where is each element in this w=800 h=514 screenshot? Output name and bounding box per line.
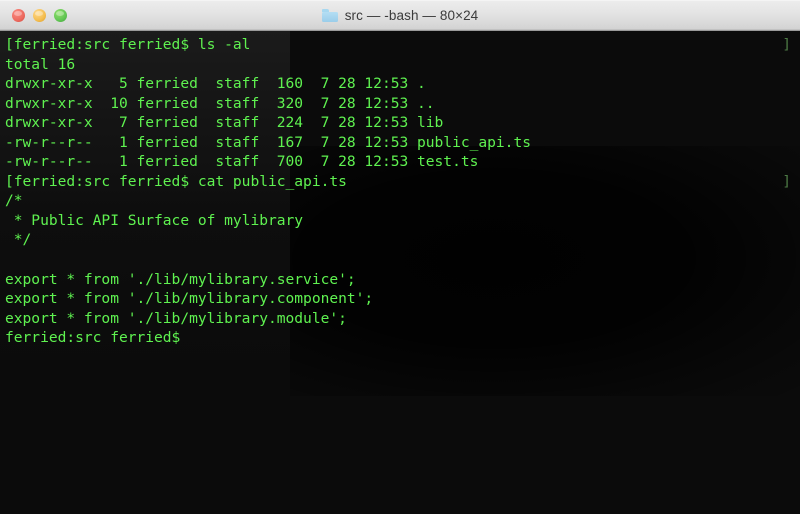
terminal-line: export * from './lib/mylibrary.component… <box>5 290 374 308</box>
terminal-line: export * from './lib/mylibrary.module'; <box>5 309 347 327</box>
terminal-window: src — -bash — 80×24 [ferried:src ferried… <box>0 0 800 514</box>
window-title-group: src — -bash — 80×24 <box>0 1 800 30</box>
close-button[interactable] <box>12 9 25 22</box>
zoom-button[interactable] <box>54 9 67 22</box>
terminal-line: -rw-r--r-- 1 ferried staff 700 7 28 12:5… <box>5 153 479 171</box>
minimize-button[interactable] <box>33 9 46 22</box>
terminal-line: export * from './lib/mylibrary.service'; <box>5 270 356 288</box>
terminal-line: total 16 <box>5 55 76 73</box>
terminal-line: [ferried:src ferried$ cat public_api.ts <box>5 172 347 190</box>
terminal-line: drwxr-xr-x 10 ferried staff 320 7 28 12:… <box>5 94 435 112</box>
window-titlebar[interactable]: src — -bash — 80×24 <box>0 0 800 31</box>
folder-icon <box>321 9 338 22</box>
window-title: src — -bash — 80×24 <box>344 8 479 23</box>
window-controls <box>0 9 67 22</box>
terminal-line: ferried:src ferried$ <box>5 329 181 347</box>
terminal-line: [ferried:src ferried$ ls -al <box>5 36 251 53</box>
terminal-body[interactable]: [ferried:src ferried$ ls -al total 16 drwx… <box>0 31 800 514</box>
terminal-output: [ferried:src ferried$ ls -al total 16 drwx… <box>0 31 800 348</box>
prompt-edge-marker: ] <box>782 172 791 190</box>
terminal-line: -rw-r--r-- 1 ferried staff 167 7 28 12:5… <box>5 133 531 151</box>
terminal-line: drwxr-xr-x 5 ferried staff 160 7 28 12:5… <box>5 75 426 93</box>
terminal-line: */ <box>5 231 32 249</box>
prompt-edge-marker: ] <box>782 36 791 53</box>
terminal-line: drwxr-xr-x 7 ferried staff 224 7 28 12:5… <box>5 114 444 132</box>
terminal-line: * Public API Surface of mylibrary <box>5 211 304 229</box>
terminal-line: /* <box>5 192 23 210</box>
